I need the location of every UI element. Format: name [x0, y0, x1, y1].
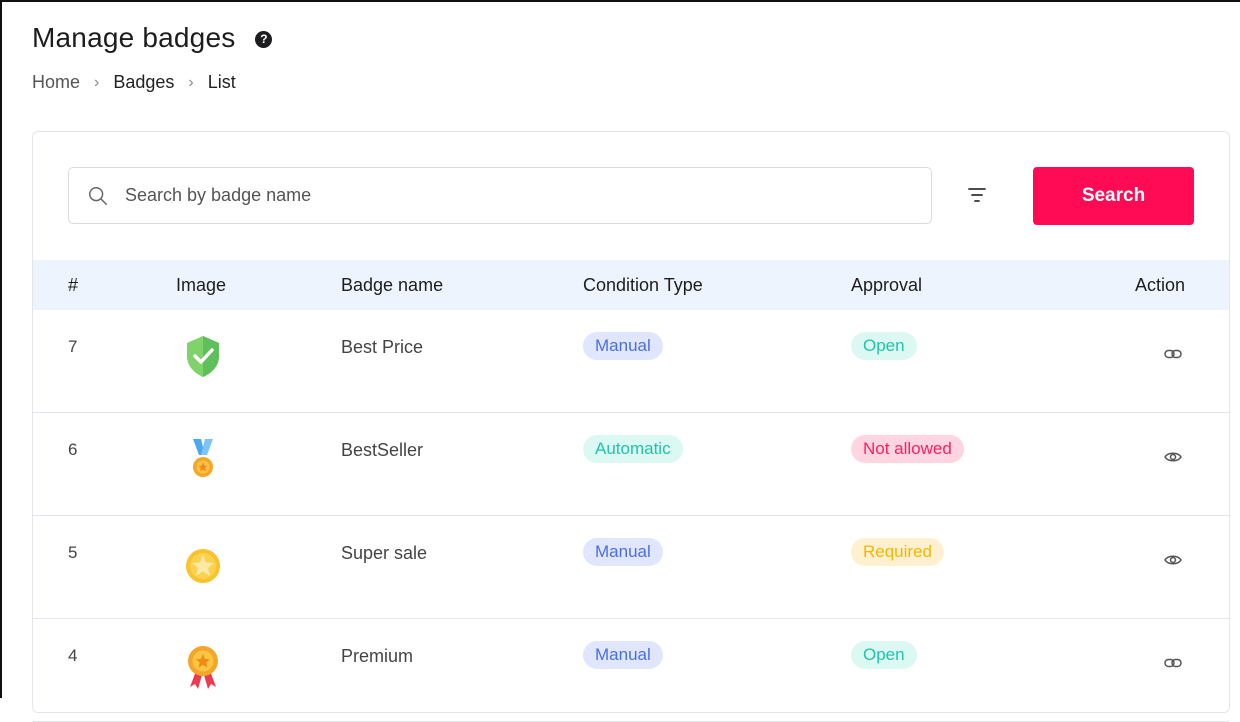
table-row[interactable]: 4 Premium Manual Open — [33, 619, 1229, 722]
condition-type-badge: Manual — [583, 641, 663, 669]
title-row: Manage badges ? — [32, 22, 273, 54]
condition-type-badge: Manual — [583, 332, 663, 360]
gold-rosette-award-icon — [188, 646, 218, 689]
condition-type-badge: Automatic — [583, 435, 683, 463]
table-row[interactable]: 6 BestSeller Automatic Not allowed — [33, 413, 1229, 516]
approval-status-badge: Required — [851, 538, 944, 566]
column-header-action[interactable]: Action — [1135, 275, 1185, 296]
breadcrumb: Home › Badges › List — [32, 72, 236, 93]
search-button[interactable]: Search — [1033, 167, 1194, 225]
badge-name: Best Price — [341, 337, 424, 357]
row-number: 7 — [68, 337, 78, 356]
column-header-approval[interactable]: Approval — [851, 275, 922, 296]
badge-name: BestSeller — [341, 440, 424, 460]
badges-card: Search # Image Badge name Condition Type… — [32, 131, 1230, 722]
breadcrumb-home[interactable]: Home — [32, 72, 80, 93]
table-row[interactable]: 5 Super sale Manual Required — [33, 516, 1229, 619]
question-circle-icon[interactable]: ? — [255, 30, 273, 48]
search-icon — [89, 186, 107, 205]
badge-name: Super sale — [341, 543, 428, 563]
filter-lines-icon[interactable] — [966, 186, 988, 204]
table-header: # Image Badge name Condition Type Approv… — [33, 260, 1229, 310]
link-icon[interactable] — [1163, 653, 1183, 673]
search-input[interactable] — [123, 184, 887, 207]
row-number: 4 — [68, 646, 78, 665]
row-number: 5 — [68, 543, 78, 562]
badge-name: Premium — [341, 646, 414, 666]
approval-status-badge: Not allowed — [851, 435, 964, 463]
blue-ribbon-medal-icon — [193, 439, 213, 477]
window-left-border — [0, 0, 2, 698]
eye-icon[interactable] — [1163, 550, 1183, 570]
breadcrumb-list: List — [207, 72, 236, 92]
page-title: Manage badges — [32, 22, 236, 53]
condition-type-badge: Manual — [583, 538, 663, 566]
table-row[interactable]: 7 Best Price Manual Open — [33, 310, 1229, 413]
chevron-right-icon: › — [188, 73, 194, 91]
breadcrumb-badges[interactable]: Badges — [113, 72, 174, 93]
column-header-condition-type[interactable]: Condition Type — [583, 275, 703, 296]
link-icon[interactable] — [1163, 344, 1183, 364]
column-header-badge-name[interactable]: Badge name — [341, 275, 443, 296]
yellow-star-circle-icon — [186, 549, 220, 583]
window-top-border — [0, 0, 1240, 2]
column-header-number[interactable]: # — [68, 275, 78, 296]
approval-status-badge: Open — [851, 332, 917, 360]
search-box[interactable] — [68, 167, 932, 224]
row-number: 6 — [68, 440, 78, 459]
chevron-right-icon: › — [94, 73, 100, 91]
eye-icon[interactable] — [1163, 447, 1183, 467]
green-shield-check-icon — [187, 336, 219, 377]
approval-status-badge: Open — [851, 641, 917, 669]
column-header-image[interactable]: Image — [176, 275, 226, 296]
